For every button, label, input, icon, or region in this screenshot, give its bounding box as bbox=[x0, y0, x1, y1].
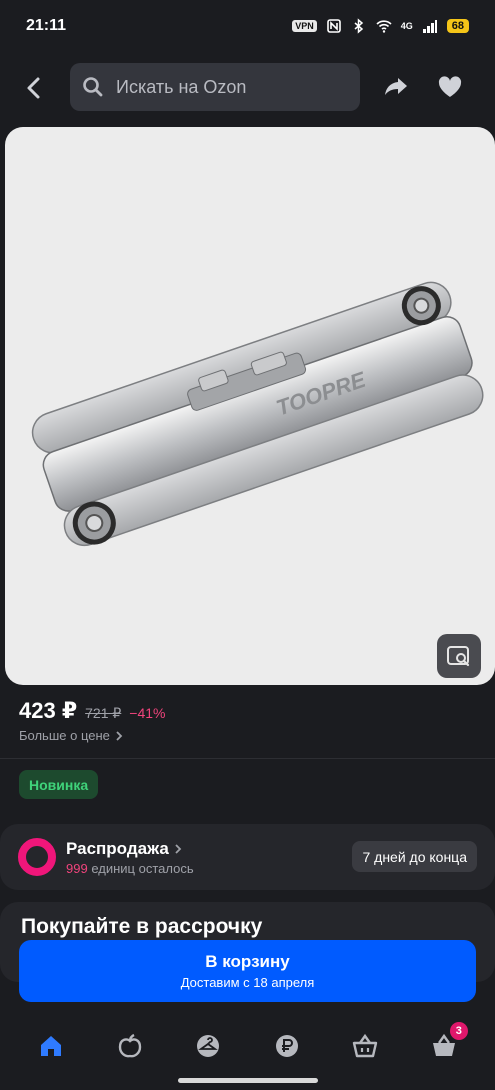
delivery-date: Доставим с 18 апреля bbox=[180, 975, 315, 990]
search-input[interactable]: Искать на Ozon bbox=[70, 63, 360, 111]
product-image[interactable]: TOOPRE bbox=[5, 127, 495, 685]
battery-level: 68 bbox=[446, 19, 469, 33]
nav-home[interactable] bbox=[31, 1026, 71, 1066]
nav-cart[interactable]: 3 bbox=[424, 1022, 468, 1066]
network-type: 4G bbox=[400, 21, 413, 31]
top-bar: Искать на Ozon bbox=[0, 60, 495, 116]
nav-fashion[interactable] bbox=[188, 1026, 228, 1066]
heart-icon[interactable] bbox=[436, 73, 464, 101]
bluetooth-icon bbox=[354, 18, 363, 34]
nav-fresh[interactable] bbox=[110, 1026, 150, 1066]
ruble-icon bbox=[275, 1035, 298, 1057]
status-icons: VPN 4G 68 bbox=[292, 18, 469, 34]
status-bar: 21:11 VPN 4G 68 bbox=[0, 0, 495, 52]
status-time: 21:11 bbox=[26, 17, 67, 34]
more-price-label: Больше о цене bbox=[19, 728, 110, 743]
old-price: 721 ₽ bbox=[85, 705, 122, 721]
signal-icon bbox=[422, 20, 437, 33]
sale-card[interactable]: Распродажа 999 единиц осталось 7 дней до… bbox=[0, 824, 495, 890]
chevron-right-icon bbox=[116, 730, 123, 741]
home-icon bbox=[41, 1036, 62, 1056]
basket-icon bbox=[353, 1033, 378, 1058]
bottom-nav: 3 bbox=[0, 1016, 495, 1076]
sale-title-label: Распродажа bbox=[66, 839, 169, 858]
sale-count-suffix: единиц осталось bbox=[91, 861, 194, 876]
nav-basket[interactable] bbox=[345, 1026, 385, 1066]
price-row: 423 ₽ 721 ₽ −41% bbox=[19, 698, 166, 724]
fashion-icon bbox=[197, 1035, 220, 1057]
search-icon bbox=[83, 77, 103, 97]
vpn-badge: VPN bbox=[292, 20, 317, 32]
add-to-cart-label: В корзину bbox=[205, 952, 290, 971]
cart-count-badge: 3 bbox=[449, 1022, 468, 1040]
more-price-link[interactable]: Больше о цене bbox=[19, 728, 124, 743]
visual-search-button[interactable] bbox=[437, 634, 481, 678]
wifi-icon bbox=[376, 20, 392, 33]
search-placeholder: Искать на Ozon bbox=[116, 76, 247, 97]
sale-stock: 999 единиц осталось bbox=[66, 861, 194, 876]
share-icon[interactable] bbox=[382, 73, 410, 101]
back-arrow-icon[interactable] bbox=[20, 74, 48, 102]
divider bbox=[0, 758, 495, 759]
sale-title: Распродажа bbox=[66, 839, 183, 859]
multitool-illustration: TOOPRE bbox=[31, 281, 484, 547]
fresh-icon bbox=[118, 1033, 141, 1058]
installment-title: Покупайте в рассрочку bbox=[21, 915, 263, 938]
sale-deadline: 7 дней до конца bbox=[352, 841, 477, 872]
nfc-icon bbox=[326, 19, 341, 33]
add-to-cart-button[interactable]: В корзину Доставим с 18 апреля bbox=[19, 940, 476, 1002]
current-price: 423 ₽ bbox=[19, 698, 78, 723]
discount-percent: −41% bbox=[129, 705, 166, 721]
nav-finance[interactable] bbox=[267, 1026, 307, 1066]
home-indicator[interactable] bbox=[178, 1078, 318, 1083]
chevron-right-icon bbox=[175, 844, 182, 854]
new-badge: Новинка bbox=[19, 770, 99, 799]
sale-count: 999 bbox=[66, 861, 88, 876]
sale-logo-icon bbox=[18, 838, 56, 876]
image-search-icon bbox=[447, 646, 470, 667]
